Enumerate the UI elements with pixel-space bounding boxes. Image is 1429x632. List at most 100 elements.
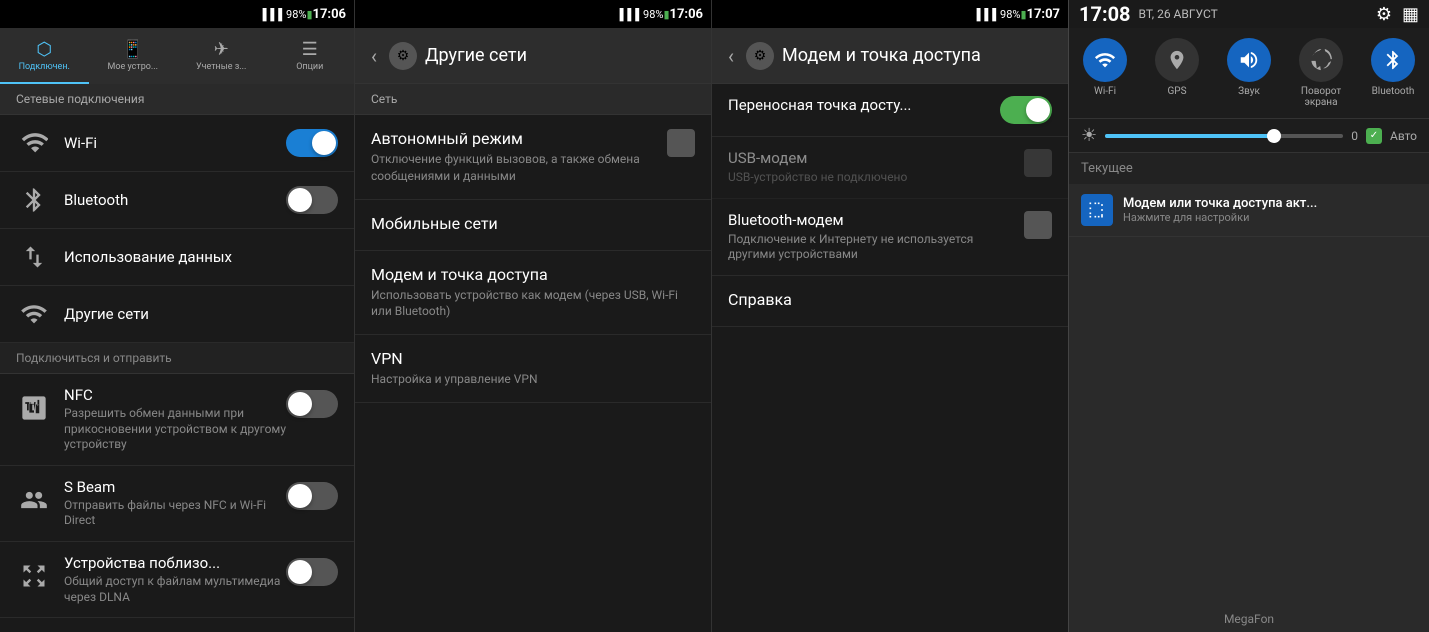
bluetooth-modem-checkbox[interactable] xyxy=(1024,211,1052,239)
qs-sound-toggle[interactable]: Звук xyxy=(1213,38,1285,108)
nfc-toggle[interactable] xyxy=(286,390,338,418)
mobile-networks-item[interactable]: Мобильные сети xyxy=(355,200,711,251)
tab-connections[interactable]: ⬡ Подключен. xyxy=(0,28,89,84)
nfc-text: NFC Разрешить обмен данными при прикосно… xyxy=(64,386,286,453)
qs-rotate-label: Поворот экрана xyxy=(1285,86,1357,108)
battery-1: 98% xyxy=(286,8,306,21)
nearby-subtitle: Общий доступ к файлам мультимедиа через … xyxy=(64,574,286,605)
grid-icon[interactable]: ▦ xyxy=(1402,4,1419,25)
portable-hotspot-text: Переносная точка досту... xyxy=(728,96,1000,114)
modem-hotspot-item[interactable]: Модем и точка доступа Использовать устро… xyxy=(355,251,711,336)
portable-hotspot-item[interactable]: Переносная точка досту... xyxy=(712,84,1068,137)
wifi-title: Wi-Fi xyxy=(64,134,286,152)
portable-hotspot-title: Переносная точка досту... xyxy=(728,96,992,114)
time-3: 17:07 xyxy=(1027,7,1061,22)
airplane-mode-checkbox[interactable] xyxy=(667,129,695,157)
airplane-mode-item[interactable]: Автономный режим Отключение функций вызо… xyxy=(355,115,711,200)
tab-accounts[interactable]: ✈ Учетные з... xyxy=(177,28,266,84)
sbeam-title: S Beam xyxy=(64,478,286,496)
options-icon: ☰ xyxy=(302,39,318,60)
nfc-item[interactable]: NFC Разрешить обмен данными при прикосно… xyxy=(0,374,354,466)
back-button-3[interactable]: ‹ xyxy=(724,40,738,72)
help-item[interactable]: Справка xyxy=(712,276,1068,327)
back-button-2[interactable]: ‹ xyxy=(367,40,381,72)
nfc-icon xyxy=(16,390,52,426)
modem-hotspot-title: Модем и точка доступа xyxy=(371,265,695,284)
settings-gear-icon: ⚙ xyxy=(389,42,417,70)
brightness-slider[interactable] xyxy=(1105,134,1343,138)
modem-header: ‹ ⚙ Модем и точка доступа xyxy=(712,28,1068,84)
hotspot-notification[interactable]: Модем или точка доступа акт... Нажмите д… xyxy=(1069,184,1429,237)
tab-connections-label: Подключен. xyxy=(19,62,70,72)
tab-device[interactable]: 📱 Мое устро... xyxy=(89,28,178,84)
bluetooth-modem-item[interactable]: Bluetooth-модем Подключение к Интернету … xyxy=(712,199,1068,276)
usb-modem-item[interactable]: USB-модем USB-устройство не подключено xyxy=(712,137,1068,199)
tab-device-label: Мое устро... xyxy=(107,62,158,72)
usb-modem-text: USB-модем USB-устройство не подключено xyxy=(728,149,1024,186)
qs-wifi-circle xyxy=(1083,38,1127,82)
qs-date: ВТ, 26 АВГУСТ xyxy=(1139,7,1218,21)
wifi-icon xyxy=(16,125,52,161)
tab-accounts-label: Учетные з... xyxy=(196,62,246,72)
mobile-networks-title: Мобильные сети xyxy=(371,214,695,233)
nearby-icon xyxy=(16,558,52,594)
signal-icon-1: ▌▌▌ xyxy=(263,8,286,21)
qs-rotate-circle xyxy=(1299,38,1343,82)
bluetooth-modem-subtitle: Подключение к Интернету не используется … xyxy=(728,232,1016,263)
sbeam-item[interactable]: S Beam Отправить файлы через NFC и Wi-Fi… xyxy=(0,466,354,542)
qs-time: 17:08 xyxy=(1079,2,1131,26)
bluetooth-modem-text: Bluetooth-модем Подключение к Интернету … xyxy=(728,211,1024,263)
sbeam-subtitle: Отправить файлы через NFC и Wi-Fi Direct xyxy=(64,498,286,529)
qs-gps-toggle[interactable]: GPS xyxy=(1141,38,1213,108)
bluetooth-item[interactable]: Bluetooth xyxy=(0,172,354,229)
status-bar-1: ▌▌▌ 98% ▮ 17:06 xyxy=(0,0,354,28)
settings-icon[interactable]: ⚙ xyxy=(1376,4,1392,25)
portable-hotspot-toggle[interactable] xyxy=(1000,96,1052,124)
tab-options[interactable]: ☰ Опции xyxy=(266,28,355,84)
bluetooth-toggle-knob xyxy=(288,188,312,212)
brightness-icon: ☀ xyxy=(1081,125,1097,146)
network-sub-header: Сеть xyxy=(355,84,711,115)
other-networks-title: Другие сети xyxy=(425,45,527,66)
brightness-value: 0 xyxy=(1351,129,1358,143)
hotspot-notif-icon xyxy=(1081,194,1113,226)
panel-modem-hotspot: ▌▌▌ 98% ▮ 17:07 ‹ ⚙ Модем и точка доступ… xyxy=(711,0,1068,632)
sbeam-toggle[interactable] xyxy=(286,482,338,510)
nearby-item[interactable]: Устройства поблизо... Общий доступ к фай… xyxy=(0,542,354,618)
signal-icon-2: ▌▌▌ xyxy=(620,8,643,21)
wifi-item[interactable]: Wi-Fi xyxy=(0,115,354,172)
nearby-toggle-knob xyxy=(288,560,312,584)
data-usage-text: Использование данных xyxy=(64,248,338,266)
qs-icons-right: ⚙ ▦ xyxy=(1376,4,1419,25)
brightness-fill xyxy=(1105,134,1272,138)
top-tabs-1: ⬡ Подключен. 📱 Мое устро... ✈ Учетные з.… xyxy=(0,28,354,84)
status-bar-2: ▌▌▌ 98% ▮ 17:06 xyxy=(355,0,711,28)
qs-wifi-label: Wi-Fi xyxy=(1094,86,1116,97)
time-1: 17:06 xyxy=(313,7,347,22)
qs-sound-label: Звук xyxy=(1238,86,1260,97)
wifi-text: Wi-Fi xyxy=(64,134,286,152)
qs-toggles-row: Wi-Fi GPS Звук Поворот экрана xyxy=(1069,28,1429,119)
qs-rotate-toggle[interactable]: Поворот экрана xyxy=(1285,38,1357,108)
auto-brightness-check[interactable]: ✓ xyxy=(1366,128,1382,144)
data-usage-item[interactable]: Использование данных xyxy=(0,229,354,286)
sbeam-text: S Beam Отправить файлы через NFC и Wi-Fi… xyxy=(64,478,286,529)
other-networks-header: ‹ ⚙ Другие сети xyxy=(355,28,711,84)
qs-bluetooth-label: Bluetooth xyxy=(1372,86,1415,97)
other-networks-item[interactable]: Другие сети xyxy=(0,286,354,343)
wifi-toggle[interactable] xyxy=(286,129,338,157)
nearby-toggle[interactable] xyxy=(286,558,338,586)
usb-modem-checkbox[interactable] xyxy=(1024,149,1052,177)
vpn-title: VPN xyxy=(371,349,695,368)
vpn-subtitle: Настройка и управление VPN xyxy=(371,371,695,388)
sbeam-toggle-knob xyxy=(288,484,312,508)
vpn-item[interactable]: VPN Настройка и управление VPN xyxy=(355,335,711,403)
bluetooth-text: Bluetooth xyxy=(64,191,286,209)
bluetooth-toggle[interactable] xyxy=(286,186,338,214)
other-networks-text: Другие сети xyxy=(64,305,338,323)
qs-wifi-toggle[interactable]: Wi-Fi xyxy=(1069,38,1141,108)
sbeam-icon xyxy=(16,482,52,518)
help-title: Справка xyxy=(728,290,1052,309)
usb-modem-subtitle: USB-устройство не подключено xyxy=(728,170,1016,186)
qs-bluetooth-toggle[interactable]: Bluetooth xyxy=(1357,38,1429,108)
